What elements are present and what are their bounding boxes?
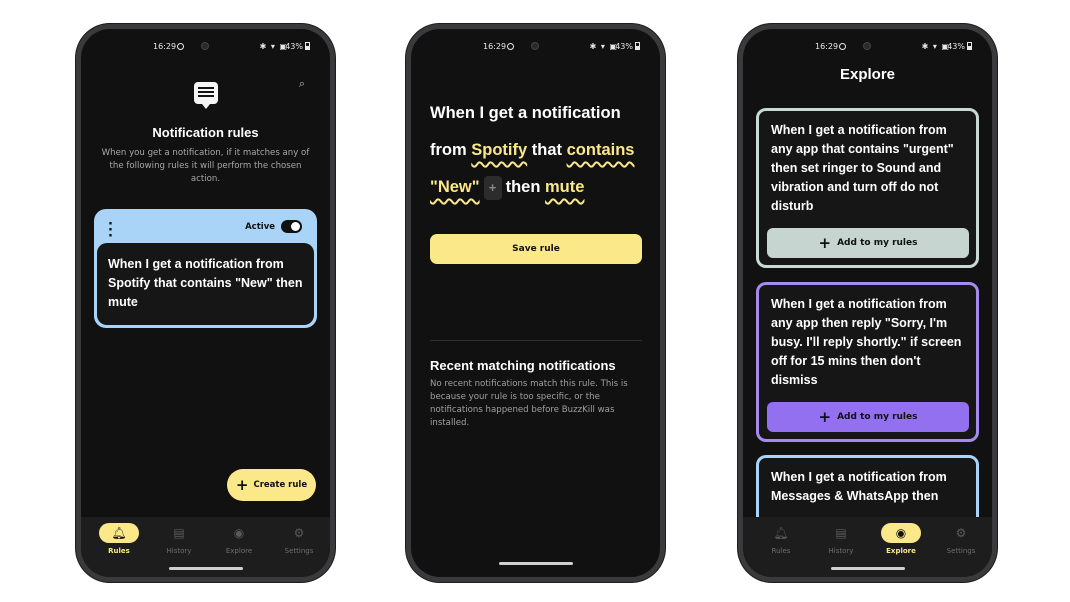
- add-to-rules-button[interactable]: + Add to my rules: [767, 228, 969, 258]
- status-icons: ✱ ▾ ▣: [921, 42, 950, 51]
- bottom-nav: 🔔︎ Rules ▤ History ◉ Explore ⚙ Settings: [81, 517, 330, 577]
- battery-level: 43%: [285, 42, 303, 51]
- sync-icon: [839, 43, 846, 50]
- explore-card: When I get a notification from any app t…: [756, 108, 979, 268]
- recent-body: No recent notifications match this rule.…: [430, 379, 628, 428]
- status-time: 16:29: [153, 42, 177, 51]
- keyword-selector[interactable]: "New": [430, 178, 480, 196]
- status-time: 16:29: [815, 42, 839, 51]
- status-bar: 16:29 ✱ ▾ ▣ 43%: [411, 42, 660, 54]
- history-icon: ▤: [835, 526, 847, 540]
- that-word: that: [531, 141, 563, 159]
- explore-screen: 16:29 ✱ ▾ ▣ 43% Explore When I get a not…: [743, 29, 992, 577]
- then-word: then: [505, 178, 541, 196]
- battery-indicator: 43%: [285, 42, 310, 51]
- camera-cutout: [531, 42, 539, 50]
- create-rule-label: Create rule: [253, 480, 308, 490]
- battery-icon: [967, 42, 972, 50]
- nav-rules[interactable]: 🔔︎ Rules: [89, 523, 149, 555]
- nav-label: Rules: [771, 547, 791, 555]
- history-icon: ▤: [173, 526, 185, 540]
- action-selector[interactable]: mute: [545, 178, 584, 196]
- nav-history[interactable]: ▤ History: [811, 523, 871, 555]
- battery-icon: [635, 42, 640, 50]
- battery-indicator: 43%: [947, 42, 972, 51]
- recent-title: Recent matching notifications: [430, 358, 616, 373]
- explore-card-text: When I get a notification from any app t…: [771, 297, 962, 387]
- plus-icon: +: [818, 234, 832, 252]
- app-selector[interactable]: Spotify: [471, 141, 527, 159]
- explore-card-text: When I get a notification from Messages …: [771, 470, 947, 503]
- page-subtitle: When you get a notification, if it match…: [101, 148, 310, 184]
- plus-icon: +: [235, 476, 249, 494]
- nav-label: History: [166, 547, 192, 555]
- explore-card-text: When I get a notification from any app t…: [771, 123, 954, 213]
- nav-settings[interactable]: ⚙ Settings: [931, 523, 991, 555]
- bell-icon: 🔔︎: [773, 526, 789, 540]
- rules-screen: 16:29 ✱ ▾ ▣ 43% ⌕ Notification rules Whe…: [81, 29, 330, 577]
- home-indicator[interactable]: [830, 567, 905, 570]
- gears-icon: ⚙: [955, 526, 967, 540]
- bottom-nav: 🔔︎ Rules ▤ History ◉ Explore ⚙ Settings: [743, 517, 992, 577]
- nav-label: Explore: [886, 547, 916, 555]
- rule-sentence: When I get a notification from Spotify t…: [430, 95, 648, 206]
- camera-cutout: [863, 42, 871, 50]
- battery-indicator: 43%: [615, 42, 640, 51]
- from-word: from: [430, 141, 467, 159]
- add-condition-button[interactable]: +: [483, 175, 502, 200]
- nav-label: Rules: [108, 547, 130, 555]
- status-bar: 16:29 ✱ ▾ ▣ 43%: [81, 42, 330, 54]
- nav-label: Settings: [946, 547, 976, 555]
- battery-level: 43%: [615, 42, 633, 51]
- rule-text: When I get a notification from Spotify t…: [97, 243, 314, 325]
- nav-history[interactable]: ▤ History: [149, 523, 209, 555]
- sync-icon: [507, 43, 514, 50]
- active-label: Active: [245, 222, 275, 232]
- rule-card[interactable]: · · · Active When I get a notification fro…: [94, 209, 317, 328]
- home-indicator[interactable]: [498, 562, 573, 565]
- add-label: Add to my rules: [837, 237, 918, 248]
- divider: [430, 340, 642, 341]
- editor-screen: 16:29 ✱ ▾ ▣ 43% When I get a notificatio…: [411, 29, 660, 577]
- nav-settings[interactable]: ⚙ Settings: [269, 523, 329, 555]
- create-rule-button[interactable]: + Create rule: [227, 469, 316, 501]
- nav-explore[interactable]: ◉ Explore: [871, 523, 931, 555]
- status-icons: ✱ ▾ ▣: [589, 42, 618, 51]
- add-to-rules-button[interactable]: + Add to my rules: [767, 402, 969, 432]
- explore-card: When I get a notification from any app t…: [756, 282, 979, 442]
- camera-cutout: [201, 42, 209, 50]
- battery-level: 43%: [947, 42, 965, 51]
- save-rule-button[interactable]: Save rule: [430, 234, 642, 264]
- more-options-icon[interactable]: · · ·: [108, 218, 113, 243]
- phone-rules: 16:29 ✱ ▾ ▣ 43% ⌕ Notification rules Whe…: [76, 24, 335, 582]
- page-title: Explore: [839, 66, 896, 83]
- home-indicator[interactable]: [168, 567, 243, 570]
- compass-icon: ◉: [895, 526, 907, 540]
- sync-icon: [177, 43, 184, 50]
- search-icon[interactable]: ⌕: [299, 77, 305, 91]
- buzzkill-logo-icon: [193, 82, 218, 109]
- phone-explore: 16:29 ✱ ▾ ▣ 43% Explore When I get a not…: [738, 24, 997, 582]
- sentence-line1: When I get a notification: [430, 104, 621, 122]
- nav-label: History: [828, 547, 854, 555]
- nav-rules[interactable]: 🔔︎ Rules: [751, 523, 811, 555]
- battery-icon: [305, 42, 310, 50]
- nav-label: Explore: [225, 547, 253, 555]
- condition-selector[interactable]: contains: [567, 141, 635, 159]
- status-time: 16:29: [483, 42, 507, 51]
- plus-icon: +: [818, 408, 832, 426]
- compass-icon: ◉: [233, 526, 245, 540]
- page-title: Notification rules: [152, 125, 259, 140]
- nav-explore[interactable]: ◉ Explore: [209, 523, 269, 555]
- nav-label: Settings: [284, 547, 314, 555]
- phone-editor: 16:29 ✱ ▾ ▣ 43% When I get a notificatio…: [406, 24, 665, 582]
- bell-icon: 🔔︎: [111, 526, 127, 540]
- status-bar: 16:29 ✱ ▾ ▣ 43%: [743, 42, 992, 54]
- add-label: Add to my rules: [837, 411, 918, 422]
- active-toggle[interactable]: [281, 220, 302, 233]
- status-icons: ✱ ▾ ▣: [259, 42, 288, 51]
- gears-icon: ⚙: [293, 526, 305, 540]
